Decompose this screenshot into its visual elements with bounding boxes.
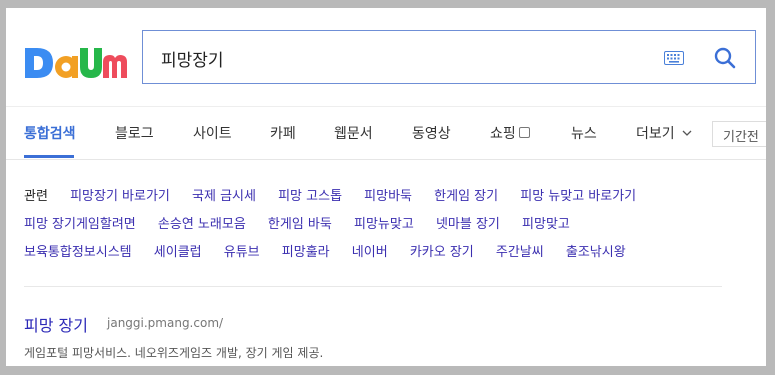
search-page: 통합검색 블로그 사이트 카페 웹문서 동영상 쇼핑 뉴스 더보기 기간전 관련…: [6, 8, 766, 366]
tab-blog[interactable]: 블로그: [115, 123, 154, 143]
related-link[interactable]: 네이버: [352, 241, 388, 260]
related-link[interactable]: 세이클럽: [154, 241, 202, 260]
related-link[interactable]: 피망뉴맞고: [354, 213, 414, 232]
related-link[interactable]: 피망 장기게임할려면: [24, 213, 136, 232]
related-link[interactable]: 출조낚시왕: [566, 241, 626, 260]
result-url[interactable]: janggi.pmang.com/: [107, 316, 223, 330]
tab-video[interactable]: 동영상: [412, 123, 451, 143]
tab-all[interactable]: 통합검색: [24, 123, 76, 143]
tab-more[interactable]: 더보기: [636, 123, 692, 143]
related-link[interactable]: 넷마블 장기: [436, 213, 500, 232]
tabs-divider: [6, 159, 766, 160]
shopping-box-icon: [518, 127, 530, 138]
related-link[interactable]: 보육통합정보시스템: [24, 241, 132, 260]
related-link[interactable]: 주간날씨: [496, 241, 544, 260]
related-link[interactable]: 피망 고스톱: [278, 185, 342, 204]
result-description: 게임포털 피망서비스. 네오위즈게임즈 개발, 장기 게임 제공.: [24, 346, 324, 360]
tab-more-label: 더보기: [636, 126, 675, 142]
related-searches: 관련 피망장기 바로가기 국제 금시세 피망 고스톱 피망바둑 한게임 장기 피…: [24, 185, 744, 269]
related-link[interactable]: 한게임 바둑: [268, 213, 332, 232]
search-box: [142, 30, 756, 84]
search-tabs: 통합검색 블로그 사이트 카페 웹문서 동영상 쇼핑 뉴스 더보기 기간전: [6, 107, 766, 159]
tab-shopping-label: 쇼핑: [490, 126, 516, 142]
related-link[interactable]: 피망 뉴맞고 바로가기: [520, 185, 636, 204]
related-link[interactable]: 피망맞고: [522, 213, 570, 232]
search-input[interactable]: [159, 43, 643, 73]
chevron-down-icon: [682, 124, 692, 140]
search-button[interactable]: [713, 46, 737, 74]
tab-cafe[interactable]: 카페: [270, 123, 296, 143]
period-filter-label: 기간전: [723, 130, 759, 145]
related-label: 관련: [24, 189, 48, 204]
active-tab-indicator: [24, 155, 74, 158]
keyboard-icon[interactable]: [664, 50, 684, 69]
related-link[interactable]: 유튜브: [224, 241, 260, 260]
tab-site[interactable]: 사이트: [193, 123, 232, 143]
related-link[interactable]: 피망장기 바로가기: [70, 185, 170, 204]
tab-news[interactable]: 뉴스: [571, 123, 597, 143]
related-link[interactable]: 카카오 장기: [410, 241, 474, 260]
period-filter[interactable]: 기간전: [712, 121, 766, 147]
related-link[interactable]: 피망바둑: [364, 185, 412, 204]
related-link[interactable]: 한게임 장기: [434, 185, 498, 204]
related-link[interactable]: 국제 금시세: [192, 185, 256, 204]
daum-logo[interactable]: [23, 42, 127, 82]
tab-shopping[interactable]: 쇼핑: [490, 123, 530, 143]
magnifier-icon: [714, 47, 736, 69]
related-link[interactable]: 피망훌라: [282, 241, 330, 260]
tab-webdoc[interactable]: 웹문서: [334, 123, 373, 143]
related-link[interactable]: 손승연 노래모음: [158, 213, 246, 232]
section-divider: [24, 286, 722, 287]
result-title-link[interactable]: 피망 장기: [24, 312, 88, 336]
